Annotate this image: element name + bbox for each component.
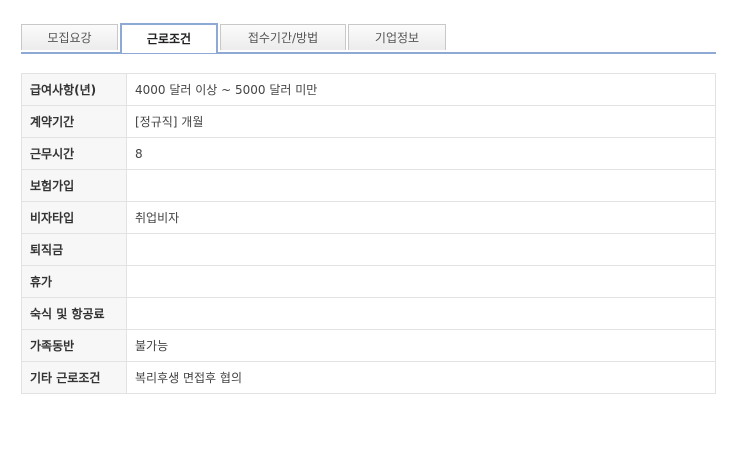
row-label-insurance: 보험가입: [21, 169, 127, 202]
tab-working-conditions[interactable]: 근로조건: [120, 23, 218, 53]
row-label-severance: 퇴직금: [21, 233, 127, 266]
table-row: 가족동반 불가능: [21, 329, 716, 362]
table-row: 휴가: [21, 265, 716, 298]
row-label-working-hours: 근무시간: [21, 137, 127, 170]
table-row: 급여사항(년) 4000 달러 이상 ~ 5000 달러 미만: [21, 73, 716, 106]
row-label-family-accompany: 가족동반: [21, 329, 127, 362]
table-row: 기타 근로조건 복리후생 면접후 협의: [21, 361, 716, 394]
row-value-visa-type: 취업비자: [126, 201, 716, 234]
tab-recruitment-overview[interactable]: 모집요강: [21, 24, 118, 50]
tab-company-info[interactable]: 기업정보: [348, 24, 446, 50]
table-row: 숙식 및 항공료: [21, 297, 716, 330]
table-row: 비자타입 취업비자: [21, 201, 716, 234]
tab-application-period-method[interactable]: 접수기간/방법: [220, 24, 346, 50]
row-label-other-conditions: 기타 근로조건: [21, 361, 127, 394]
working-conditions-table: 급여사항(년) 4000 달러 이상 ~ 5000 달러 미만 계약기간 [정규…: [21, 73, 716, 394]
table-row: 근무시간 8: [21, 137, 716, 170]
row-label-contract-period: 계약기간: [21, 105, 127, 138]
row-value-contract-period: [정규직] 개월: [126, 105, 716, 138]
row-value-vacation: [126, 265, 716, 298]
table-row: 보험가입: [21, 169, 716, 202]
row-value-insurance: [126, 169, 716, 202]
row-value-other-conditions: 복리후생 면접후 협의: [126, 361, 716, 394]
row-value-salary: 4000 달러 이상 ~ 5000 달러 미만: [126, 73, 716, 106]
table-row: 계약기간 [정규직] 개월: [21, 105, 716, 138]
row-value-lodging-airfare: [126, 297, 716, 330]
row-label-vacation: 휴가: [21, 265, 127, 298]
row-label-lodging-airfare: 숙식 및 항공료: [21, 297, 127, 330]
row-label-visa-type: 비자타입: [21, 201, 127, 234]
row-value-working-hours: 8: [126, 137, 716, 170]
row-value-family-accompany: 불가능: [126, 329, 716, 362]
row-label-salary: 급여사항(년): [21, 73, 127, 106]
tab-bar: 모집요강 근로조건 접수기간/방법 기업정보: [21, 23, 716, 54]
table-row: 퇴직금: [21, 233, 716, 266]
job-posting-page: 모집요강 근로조건 접수기간/방법 기업정보 급여사항(년) 4000 달러 이…: [0, 0, 734, 452]
row-value-severance: [126, 233, 716, 266]
